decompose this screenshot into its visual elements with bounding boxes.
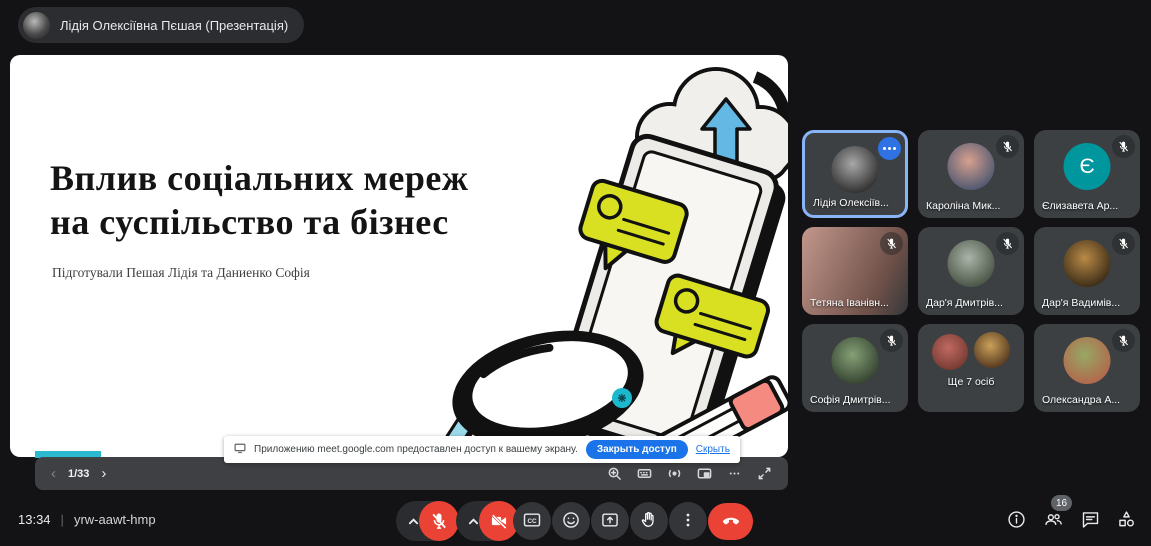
participant-name: Тетяна Іванівн...	[810, 297, 900, 309]
mic-off-icon	[1112, 135, 1135, 158]
participant-grid: Лідія Олексіїв... Кароліна Мик... Є	[802, 130, 1140, 412]
present-icon	[600, 510, 620, 533]
captions-button[interactable]: CC	[513, 502, 551, 540]
participant-tile[interactable]: Дар'я Вадимів...	[1034, 227, 1140, 315]
picture-in-picture-icon[interactable]	[697, 466, 712, 481]
captions-icon: CC	[522, 510, 542, 533]
participant-count-badge: 16	[1051, 495, 1072, 511]
participant-name: Єлизавета Ар...	[1042, 200, 1132, 212]
meeting-details-button[interactable]	[1002, 507, 1030, 535]
clock: 13:34	[18, 512, 51, 527]
participant-tile[interactable]: Ще 7 осіб	[918, 324, 1024, 412]
participant-tile[interactable]: Олександра А...	[1034, 324, 1140, 412]
next-slide-button[interactable]: ›	[101, 466, 106, 481]
previous-slide-button[interactable]: ‹	[51, 466, 56, 481]
chat-button[interactable]	[1076, 507, 1104, 535]
avatar-letter: Є	[1079, 155, 1094, 179]
participant-avatar	[948, 240, 995, 287]
participant-name: Ще 7 осіб	[918, 376, 1024, 388]
screen-share-icon	[234, 441, 246, 459]
slide-title: Вплив соціальних мереж на суспільство та…	[50, 157, 469, 245]
participant-name: Дар'я Дмитрів...	[926, 297, 1016, 309]
participant-avatar	[948, 143, 995, 190]
phone-hangup-icon	[720, 509, 742, 534]
participant-name: Лідія Олексіїв...	[813, 197, 897, 209]
keyboard-icon[interactable]	[637, 466, 652, 481]
slide-pager: ‹ 1/33 ›	[51, 466, 106, 481]
mic-off-icon	[880, 329, 903, 352]
participant-name: Дар'я Вадимів...	[1042, 297, 1132, 309]
participant-tile[interactable]: Лідія Олексіїв...	[802, 130, 908, 218]
zoom-icon[interactable]	[607, 466, 622, 481]
meta-divider: |	[61, 512, 64, 527]
mic-off-icon	[1112, 329, 1135, 352]
mic-off-icon	[1112, 232, 1135, 255]
participant-avatar: Є	[1064, 143, 1111, 190]
present-screen-button[interactable]	[591, 502, 629, 540]
mic-off-icon	[880, 232, 903, 255]
participant-avatar	[974, 332, 1010, 368]
shared-screen-tile[interactable]: Вплив соціальних мереж на суспільство та…	[10, 55, 788, 457]
participant-name: Олександра А...	[1042, 394, 1132, 406]
show-participants-button[interactable]	[1039, 507, 1067, 535]
people-icon	[1043, 509, 1064, 533]
participant-avatar	[832, 146, 879, 193]
more-options-icon[interactable]	[727, 466, 742, 481]
slide-subtitle: Підготували Пешая Лідія та Даниенко Софі…	[52, 265, 310, 281]
mic-off-icon	[996, 135, 1019, 158]
more-vertical-icon	[678, 510, 698, 533]
stop-sharing-button[interactable]: Закрыть доступ	[586, 440, 688, 459]
end-call-button[interactable]	[708, 503, 753, 540]
participant-avatar	[932, 334, 968, 370]
smiley-icon	[561, 510, 581, 533]
fullscreen-icon[interactable]	[757, 466, 772, 481]
participant-name: Софія Дмитрів...	[810, 394, 900, 406]
svg-text:CC: CC	[527, 518, 537, 525]
participant-tile[interactable]: Кароліна Мик...	[918, 130, 1024, 218]
slide-illustration	[10, 55, 788, 457]
tile-more-options-button[interactable]	[878, 137, 901, 160]
camera-control-group	[456, 501, 519, 541]
laser-pointer-icon[interactable]	[667, 466, 682, 481]
more-options-button[interactable]	[669, 502, 707, 540]
participant-avatar	[832, 337, 879, 384]
presenter-name: Лідія Олексіївна Пєшая (Презентація)	[60, 18, 288, 33]
activities-icon	[1116, 509, 1137, 533]
meeting-meta: 13:34 | yrw-aawt-hmp	[18, 512, 156, 527]
participant-tile[interactable]: Дар'я Дмитрів...	[918, 227, 1024, 315]
raise-hand-button[interactable]	[630, 502, 668, 540]
info-icon	[1006, 509, 1027, 533]
meeting-code: yrw-aawt-hmp	[74, 512, 156, 527]
notification-text: Приложению meet.google.com предоставлен …	[254, 444, 578, 455]
mic-off-button[interactable]	[419, 501, 459, 541]
participant-avatar	[1064, 337, 1111, 384]
participant-tile[interactable]: Софія Дмитрів...	[802, 324, 908, 412]
screen-share-notification: Приложению meet.google.com предоставлен …	[224, 436, 740, 463]
hand-icon	[639, 510, 659, 533]
mic-off-icon	[996, 232, 1019, 255]
participant-avatar	[1064, 240, 1111, 287]
presenter-avatar	[23, 12, 50, 39]
slide-page-indicator: 1/33	[68, 468, 89, 480]
participant-name: Кароліна Мик...	[926, 200, 1016, 212]
mic-control-group	[396, 501, 459, 541]
participant-tile[interactable]: Є Єлизавета Ар...	[1034, 130, 1140, 218]
reactions-button[interactable]	[552, 502, 590, 540]
participant-tile[interactable]: Тетяна Іванівн...	[802, 227, 908, 315]
chat-icon	[1080, 509, 1101, 533]
activities-button[interactable]	[1112, 507, 1140, 535]
hide-notification-link[interactable]: Скрыть	[696, 444, 730, 455]
presenter-banner: Лідія Олексіївна Пєшая (Презентація)	[18, 7, 304, 43]
